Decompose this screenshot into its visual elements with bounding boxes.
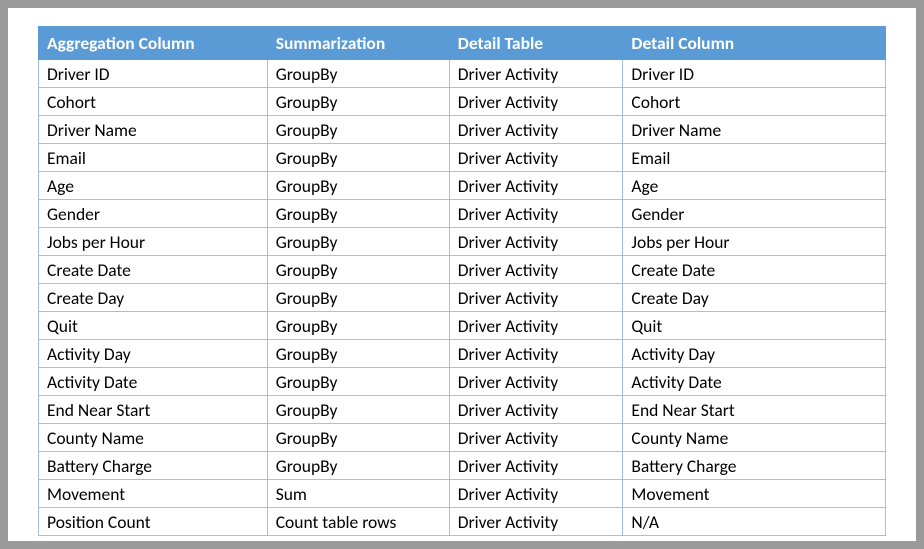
cell-detail-column: End Near Start — [623, 396, 886, 424]
cell-summarization: Count table rows — [267, 508, 449, 536]
table-container: Aggregation Column Summarization Detail … — [8, 8, 916, 541]
cell-detail-table: Driver Activity — [449, 228, 623, 256]
cell-aggregation-column: End Near Start — [39, 396, 268, 424]
table-row: Driver IDGroupByDriver ActivityDriver ID — [39, 60, 886, 88]
cell-summarization: GroupBy — [267, 284, 449, 312]
cell-summarization: GroupBy — [267, 172, 449, 200]
cell-aggregation-column: Activity Day — [39, 340, 268, 368]
cell-aggregation-column: Create Day — [39, 284, 268, 312]
cell-summarization: GroupBy — [267, 256, 449, 284]
cell-aggregation-column: Cohort — [39, 88, 268, 116]
cell-detail-table: Driver Activity — [449, 256, 623, 284]
cell-aggregation-column: Quit — [39, 312, 268, 340]
cell-summarization: GroupBy — [267, 228, 449, 256]
cell-detail-column: County Name — [623, 424, 886, 452]
cell-detail-table: Driver Activity — [449, 284, 623, 312]
cell-detail-column: Age — [623, 172, 886, 200]
header-aggregation-column: Aggregation Column — [39, 27, 268, 60]
cell-detail-table: Driver Activity — [449, 368, 623, 396]
table-header-row: Aggregation Column Summarization Detail … — [39, 27, 886, 60]
table-row: GenderGroupByDriver ActivityGender — [39, 200, 886, 228]
cell-summarization: GroupBy — [267, 116, 449, 144]
table-row: MovementSumDriver ActivityMovement — [39, 480, 886, 508]
table-row: Driver NameGroupByDriver ActivityDriver … — [39, 116, 886, 144]
cell-detail-column: Cohort — [623, 88, 886, 116]
header-detail-column: Detail Column — [623, 27, 886, 60]
cell-summarization: GroupBy — [267, 200, 449, 228]
cell-detail-table: Driver Activity — [449, 200, 623, 228]
cell-aggregation-column: Age — [39, 172, 268, 200]
table-row: QuitGroupByDriver ActivityQuit — [39, 312, 886, 340]
table-row: Activity DayGroupByDriver ActivityActivi… — [39, 340, 886, 368]
cell-aggregation-column: Position Count — [39, 508, 268, 536]
cell-detail-column: N/A — [623, 508, 886, 536]
table-row: CohortGroupByDriver ActivityCohort — [39, 88, 886, 116]
cell-detail-table: Driver Activity — [449, 60, 623, 88]
aggregation-table: Aggregation Column Summarization Detail … — [38, 26, 886, 536]
cell-detail-column: Battery Charge — [623, 452, 886, 480]
cell-detail-column: Activity Day — [623, 340, 886, 368]
cell-detail-table: Driver Activity — [449, 144, 623, 172]
cell-summarization: GroupBy — [267, 452, 449, 480]
cell-summarization: GroupBy — [267, 368, 449, 396]
cell-detail-column: Email — [623, 144, 886, 172]
cell-detail-column: Gender — [623, 200, 886, 228]
table-row: Battery ChargeGroupByDriver ActivityBatt… — [39, 452, 886, 480]
cell-summarization: GroupBy — [267, 60, 449, 88]
cell-detail-table: Driver Activity — [449, 116, 623, 144]
cell-detail-table: Driver Activity — [449, 172, 623, 200]
cell-summarization: GroupBy — [267, 396, 449, 424]
cell-detail-table: Driver Activity — [449, 396, 623, 424]
table-row: Create DayGroupByDriver ActivityCreate D… — [39, 284, 886, 312]
cell-summarization: GroupBy — [267, 312, 449, 340]
cell-aggregation-column: Movement — [39, 480, 268, 508]
table-row: AgeGroupByDriver ActivityAge — [39, 172, 886, 200]
cell-detail-column: Driver ID — [623, 60, 886, 88]
cell-detail-table: Driver Activity — [449, 340, 623, 368]
cell-aggregation-column: County Name — [39, 424, 268, 452]
cell-summarization: GroupBy — [267, 144, 449, 172]
cell-aggregation-column: Email — [39, 144, 268, 172]
cell-detail-table: Driver Activity — [449, 88, 623, 116]
cell-detail-column: Create Day — [623, 284, 886, 312]
cell-detail-table: Driver Activity — [449, 424, 623, 452]
cell-aggregation-column: Gender — [39, 200, 268, 228]
cell-detail-table: Driver Activity — [449, 508, 623, 536]
cell-aggregation-column: Driver ID — [39, 60, 268, 88]
cell-summarization: GroupBy — [267, 424, 449, 452]
table-body: Driver IDGroupByDriver ActivityDriver ID… — [39, 60, 886, 536]
cell-detail-column: Driver Name — [623, 116, 886, 144]
table-row: Position CountCount table rowsDriver Act… — [39, 508, 886, 536]
cell-detail-column: Create Date — [623, 256, 886, 284]
cell-detail-table: Driver Activity — [449, 312, 623, 340]
cell-aggregation-column: Driver Name — [39, 116, 268, 144]
cell-summarization: GroupBy — [267, 340, 449, 368]
cell-aggregation-column: Create Date — [39, 256, 268, 284]
cell-aggregation-column: Battery Charge — [39, 452, 268, 480]
cell-aggregation-column: Jobs per Hour — [39, 228, 268, 256]
cell-detail-table: Driver Activity — [449, 452, 623, 480]
cell-detail-column: Quit — [623, 312, 886, 340]
cell-detail-column: Movement — [623, 480, 886, 508]
cell-detail-column: Jobs per Hour — [623, 228, 886, 256]
table-row: EmailGroupByDriver ActivityEmail — [39, 144, 886, 172]
table-row: Create DateGroupByDriver ActivityCreate … — [39, 256, 886, 284]
cell-summarization: GroupBy — [267, 88, 449, 116]
cell-detail-table: Driver Activity — [449, 480, 623, 508]
table-row: Activity DateGroupByDriver ActivityActiv… — [39, 368, 886, 396]
table-row: County NameGroupByDriver ActivityCounty … — [39, 424, 886, 452]
table-row: Jobs per HourGroupByDriver ActivityJobs … — [39, 228, 886, 256]
header-detail-table: Detail Table — [449, 27, 623, 60]
table-row: End Near StartGroupByDriver ActivityEnd … — [39, 396, 886, 424]
cell-aggregation-column: Activity Date — [39, 368, 268, 396]
cell-summarization: Sum — [267, 480, 449, 508]
cell-detail-column: Activity Date — [623, 368, 886, 396]
header-summarization: Summarization — [267, 27, 449, 60]
